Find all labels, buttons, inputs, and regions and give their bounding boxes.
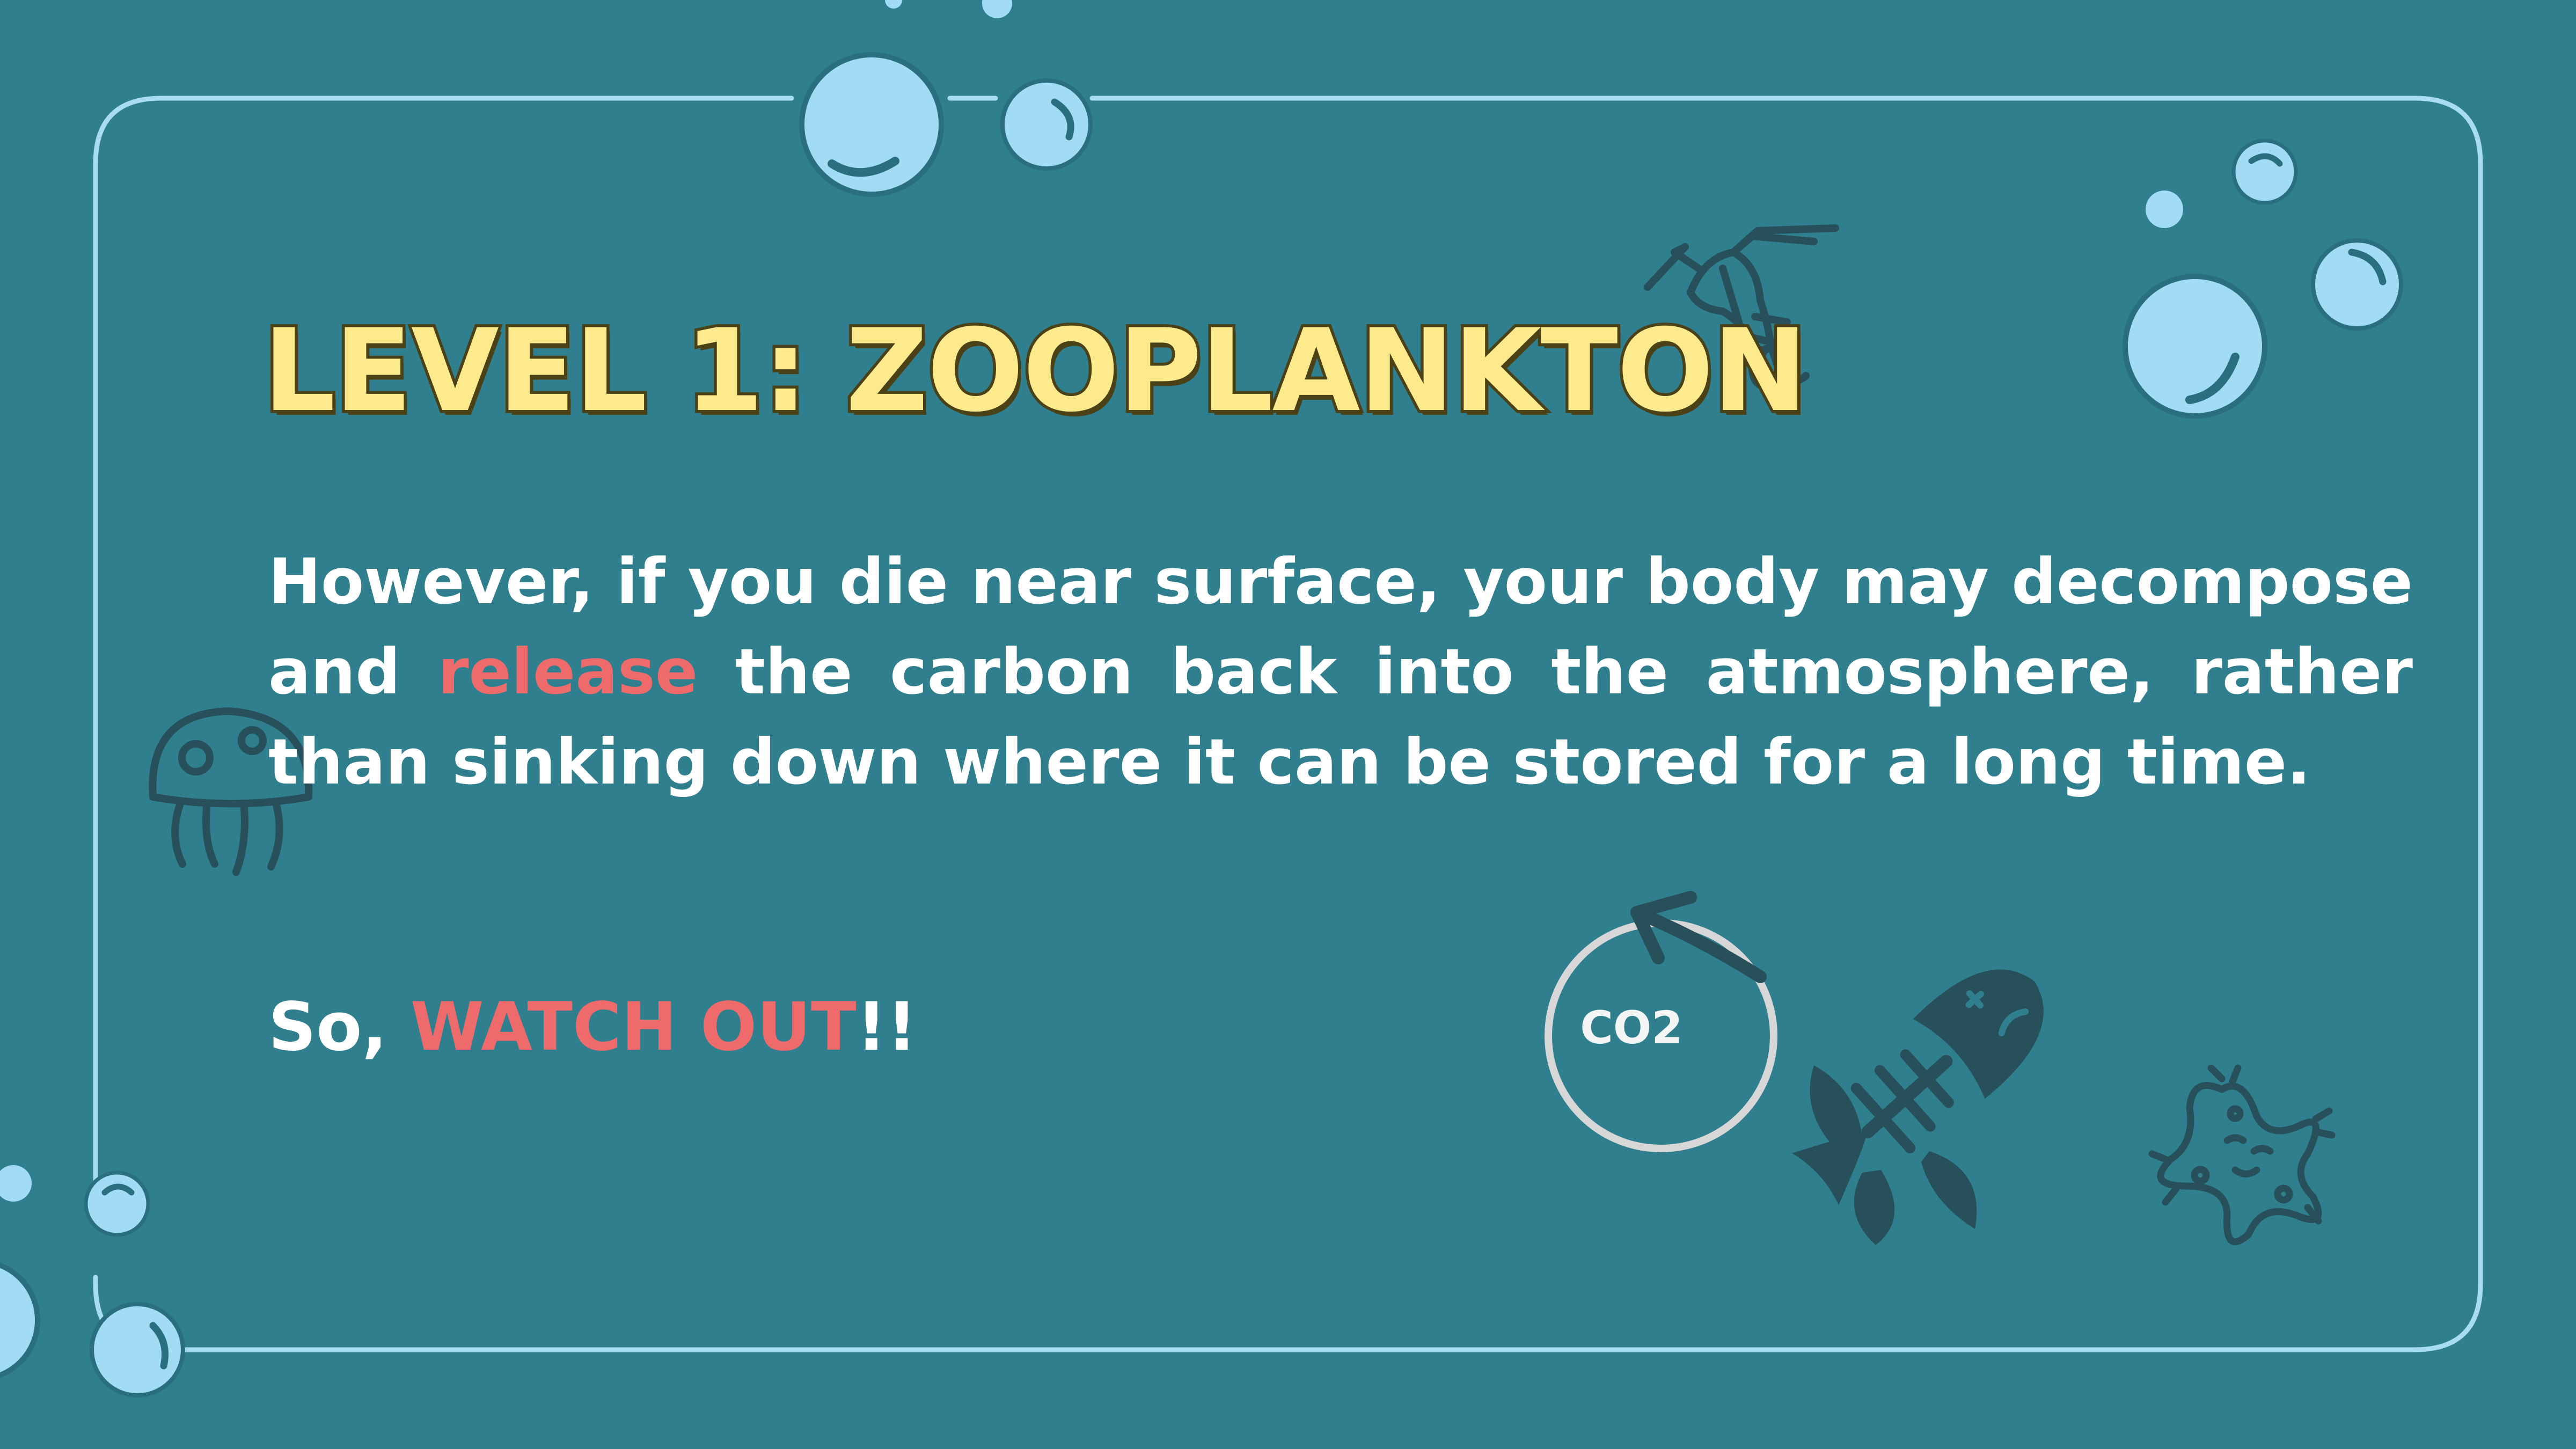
bubble-icon [2146,191,2183,228]
slide: LEVEL 1: ZOOPLANKTON However, if you die… [0,0,2576,1449]
highlight-word: release [437,635,698,708]
starfish-icon [2148,1064,2336,1246]
warning-text: So, WATCH OUT!! [268,982,917,1072]
bubble-icon [0,1262,40,1378]
bubble-icon [84,1170,150,1237]
body-paragraph: However, if you die near surface, your b… [268,537,2413,807]
fish-skeleton-icon [1792,969,2044,1245]
bubble-icon [90,1302,185,1397]
warning-prefix: So, [268,989,411,1066]
bubble-icon [799,52,944,197]
warning-suffix: !! [856,989,917,1066]
bubble-icon [1000,78,1093,171]
bubble-icon [2231,138,2298,205]
bubble-icon [885,0,1012,18]
warning-highlight: WATCH OUT [410,989,857,1066]
bubble-icon [2311,238,2403,331]
bubble-icon [2123,274,2267,419]
bubble-icon [0,1165,32,1202]
slide-title: LEVEL 1: ZOOPLANKTON [260,304,1810,437]
co2-label: CO2 [1580,1001,1683,1054]
